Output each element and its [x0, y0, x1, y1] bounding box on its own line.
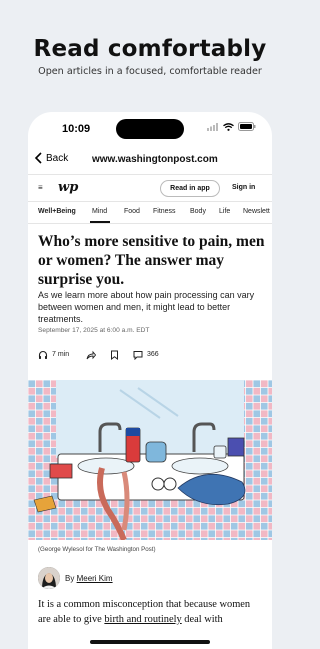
body-link[interactable]: birth and routinely	[104, 614, 181, 625]
nav-item-body[interactable]: Body	[190, 208, 206, 215]
home-indicator[interactable]	[90, 640, 210, 644]
byline-text: By Meeri Kim	[65, 574, 113, 583]
chevron-left-icon	[34, 152, 42, 164]
signal-icon	[207, 122, 218, 131]
site-logo[interactable]: wp	[58, 180, 78, 195]
promo-subtitle: Open articles in a focused, comfortable …	[38, 66, 262, 77]
section-nav: Well+Being Mind Food Fitness Body Life N…	[28, 202, 272, 224]
site-header: ≡ wp Read in app Sign in	[28, 174, 272, 202]
nav-item-food[interactable]: Food	[124, 208, 140, 215]
body-text-part2: deal with	[181, 614, 223, 625]
sign-in-link[interactable]: Sign in	[232, 184, 255, 191]
read-in-app-button[interactable]: Read in app	[160, 180, 220, 197]
url-text[interactable]: www.washingtonpost.com	[92, 154, 218, 165]
article-date: September 17, 2025 at 6:00 a.m. EDT	[38, 327, 150, 334]
back-button[interactable]: Back	[34, 152, 68, 164]
phone-screen: 10:09 Back www.washingtonpost.com ≡ wp R…	[28, 112, 272, 649]
back-label: Back	[46, 152, 69, 164]
share-icon[interactable]	[86, 350, 96, 360]
article-dek: As we learn more about how pain processi…	[38, 290, 255, 324]
wifi-icon	[223, 122, 234, 131]
promo-title: Read comfortably	[33, 36, 267, 62]
battery-icon	[238, 122, 256, 131]
comment-count[interactable]: 366	[147, 351, 159, 358]
by-prefix: By	[65, 574, 75, 583]
image-credit: (George Wylesol for The Washington Post)	[38, 546, 156, 553]
bookmark-icon[interactable]	[110, 350, 119, 360]
menu-icon[interactable]: ≡	[38, 183, 43, 192]
article-illustration	[28, 380, 272, 540]
status-bar: 10:09	[28, 112, 272, 146]
author-avatar[interactable]	[38, 567, 60, 589]
nav-item-newsletters[interactable]: Newslett	[243, 208, 270, 215]
article-actions: 7 min 366	[38, 349, 258, 363]
byline: By Meeri Kim	[38, 567, 238, 589]
nav-item-life[interactable]: Life	[219, 208, 230, 215]
comment-icon[interactable]	[133, 350, 143, 360]
nav-active-indicator	[90, 221, 110, 223]
article-body: It is a common misconception that becaus…	[38, 597, 264, 627]
listen-duration[interactable]: 7 min	[52, 351, 69, 358]
nav-item-fitness[interactable]: Fitness	[153, 208, 176, 215]
status-icons	[207, 122, 256, 131]
headphones-icon[interactable]	[38, 350, 48, 360]
author-name-link[interactable]: Meeri Kim	[77, 574, 113, 583]
nav-item-wellbeing[interactable]: Well+Being	[38, 208, 76, 215]
status-time: 10:09	[62, 123, 91, 135]
browser-bar: Back www.washingtonpost.com	[28, 146, 272, 174]
dynamic-island	[116, 119, 184, 139]
article-headline: Who’s more sensitive to pain, men or wom…	[38, 233, 265, 288]
nav-item-mind[interactable]: Mind	[92, 208, 107, 215]
